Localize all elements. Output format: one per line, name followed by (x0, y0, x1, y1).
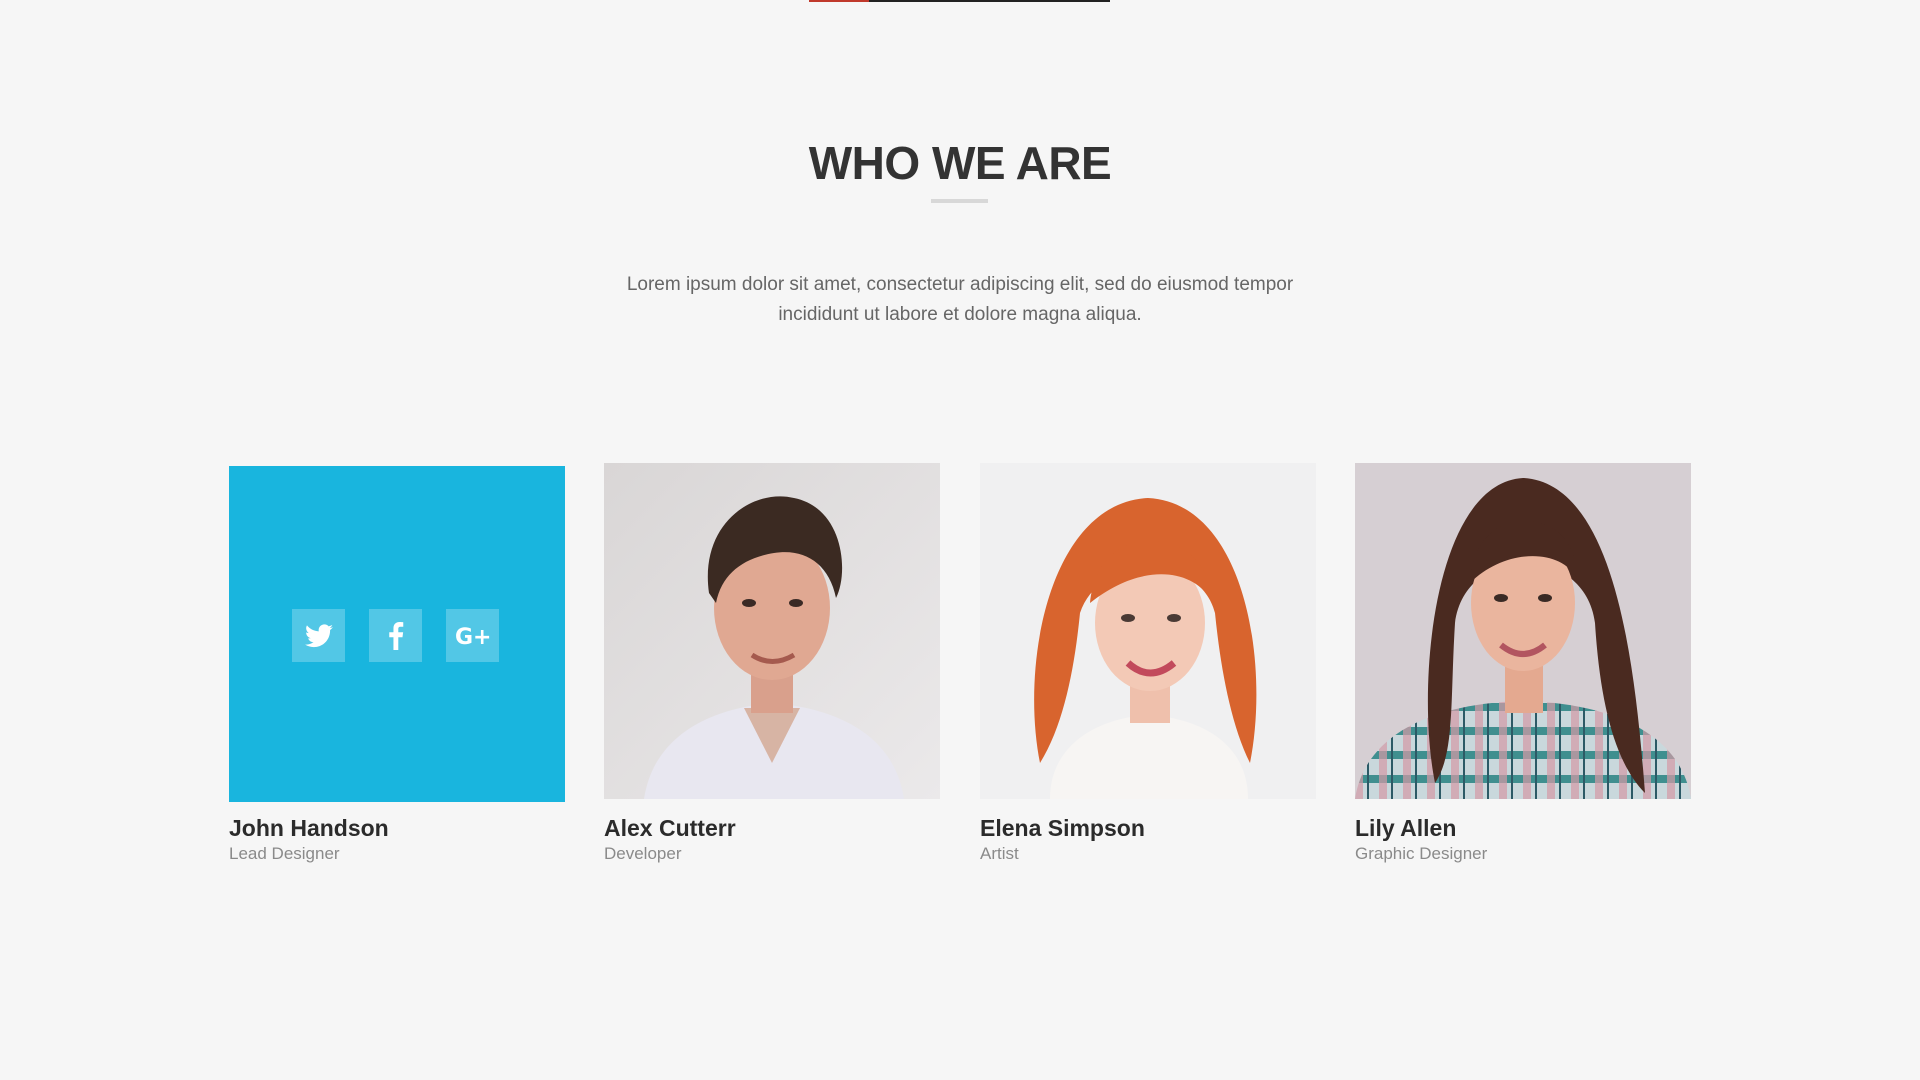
member-role: Graphic Designer (1355, 844, 1488, 863)
member-role: Artist (980, 844, 1019, 863)
google-plus-icon: G+ (455, 625, 491, 647)
svg-text:G+: G+ (455, 625, 491, 647)
google-plus-button[interactable]: G+ (446, 609, 499, 662)
member-photo (980, 463, 1316, 799)
member-role: Developer (604, 844, 682, 863)
portrait-image (980, 463, 1316, 799)
member-photo-overlay[interactable]: G+ (229, 466, 565, 802)
facebook-icon (388, 621, 403, 650)
team-member-card[interactable]: Alex Cutterr Developer (604, 463, 940, 863)
top-progress-bar (809, 0, 1110, 2)
team-member-card[interactable]: Elena Simpson Artist (980, 463, 1316, 863)
top-progress-accent (809, 0, 869, 2)
section-title: WHO WE ARE (808, 137, 1112, 189)
social-links: G+ (292, 609, 499, 662)
twitter-icon (304, 623, 333, 647)
member-name: Alex Cutterr (604, 815, 736, 841)
team-grid: G+ John Handson Lead Designer Alex Cutte… (229, 463, 1692, 873)
twitter-button[interactable] (292, 609, 345, 662)
title-divider (931, 199, 988, 203)
facebook-button[interactable] (369, 609, 422, 662)
team-member-card[interactable]: G+ John Handson Lead Designer (229, 463, 565, 863)
portrait-image (1355, 463, 1691, 799)
member-photo (1355, 463, 1691, 799)
member-name: John Handson (229, 815, 389, 841)
team-member-card[interactable]: Lily Allen Graphic Designer (1355, 463, 1691, 863)
section-intro: Lorem ipsum dolor sit amet, consectetur … (626, 274, 1294, 325)
member-name: Elena Simpson (980, 815, 1145, 841)
member-photo (604, 463, 940, 799)
member-role: Lead Designer (229, 844, 340, 863)
member-name: Lily Allen (1355, 815, 1457, 841)
portrait-image (604, 463, 940, 799)
page: WHO WE ARE Lorem ipsum dolor sit amet, c… (0, 0, 1920, 1080)
